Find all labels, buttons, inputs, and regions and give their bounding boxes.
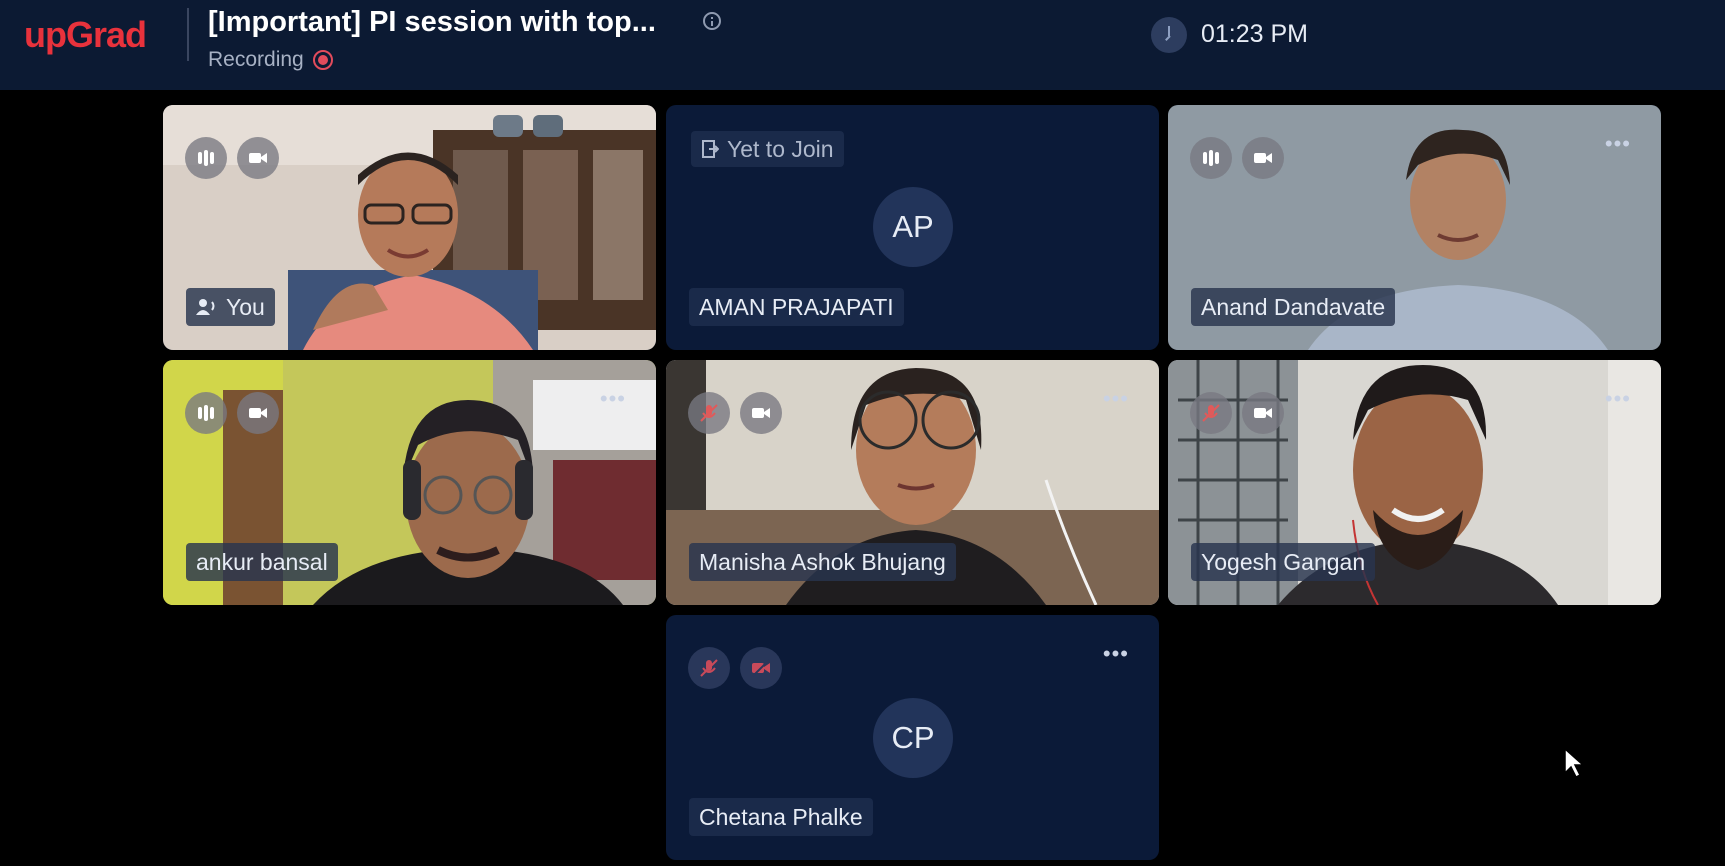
clock-time: 01:23 PM	[1201, 20, 1309, 48]
more-icon[interactable]: •••	[1605, 131, 1631, 157]
join-icon	[702, 140, 719, 158]
participant-tile-anand[interactable]: ••• Anand Dandavate	[1168, 105, 1661, 350]
participant-name-tag: AMAN PRAJAPATI	[689, 288, 904, 326]
more-icon[interactable]: •••	[1103, 386, 1129, 412]
participant-name: Chetana Phalke	[699, 804, 863, 830]
camera-icon[interactable]	[237, 137, 279, 179]
info-icon[interactable]	[703, 12, 721, 30]
mic-icon[interactable]	[185, 392, 227, 434]
participant-name: Yogesh Gangan	[1201, 549, 1366, 575]
participant-status: Yet to Join	[727, 136, 834, 162]
participant-name-tag: Anand Dandavate	[1191, 288, 1396, 326]
top-bar: upGrad [Important] PI session with top..…	[0, 0, 1725, 90]
participant-name: AMAN PRAJAPATI	[699, 294, 894, 320]
participant-tile-ankur[interactable]: ••• ankur bansal	[163, 360, 656, 605]
yet-to-join-badge: Yet to Join	[691, 131, 844, 167]
mic-muted-icon[interactable]	[688, 647, 730, 689]
participant-name-tag: Yogesh Gangan	[1191, 543, 1376, 581]
participant-tile-aman[interactable]: Yet to Join AP AMAN PRAJAPATI	[666, 105, 1159, 350]
more-icon[interactable]: •••	[1605, 386, 1631, 412]
camera-icon[interactable]	[740, 392, 782, 434]
camera-off-icon[interactable]	[740, 647, 782, 689]
avatar: CP	[873, 698, 953, 778]
participant-tile-you[interactable]: You	[163, 105, 656, 350]
participant-name: ankur bansal	[196, 549, 328, 575]
participant-tile-chetana[interactable]: ••• CP Chetana Phalke	[666, 615, 1159, 860]
more-icon[interactable]: •••	[600, 386, 626, 412]
participant-name-tag: You	[186, 288, 275, 326]
participant-name: Manisha Ashok Bhujang	[699, 549, 946, 575]
participant-tile-yogesh[interactable]: ••• Yogesh Gangan	[1168, 360, 1661, 605]
participant-name-tag: ankur bansal	[186, 543, 338, 581]
mic-muted-icon[interactable]	[1190, 392, 1232, 434]
participant-name-tag: Chetana Phalke	[689, 798, 873, 836]
camera-icon[interactable]	[1242, 392, 1284, 434]
upgrad-logo: upGrad	[24, 14, 147, 55]
mic-muted-icon[interactable]	[688, 392, 730, 434]
record-icon	[313, 50, 333, 70]
avatar: AP	[873, 187, 953, 267]
session-title: [Important] PI session with top...	[208, 6, 656, 38]
clock-icon	[1151, 17, 1187, 53]
more-icon[interactable]: •••	[1103, 641, 1129, 667]
camera-icon[interactable]	[237, 392, 279, 434]
speaker-icon	[196, 299, 215, 315]
mic-icon[interactable]	[185, 137, 227, 179]
participant-tile-manisha[interactable]: ••• Manisha Ashok Bhujang	[666, 360, 1159, 605]
participant-name: Anand Dandavate	[1201, 294, 1386, 320]
header-divider	[187, 8, 189, 61]
mouse-cursor-icon	[1564, 747, 1585, 779]
recording-label: Recording	[208, 48, 304, 71]
mic-icon[interactable]	[1190, 137, 1232, 179]
participant-name-tag: Manisha Ashok Bhujang	[689, 543, 956, 581]
participant-name: You	[226, 294, 265, 320]
camera-icon[interactable]	[1242, 137, 1284, 179]
